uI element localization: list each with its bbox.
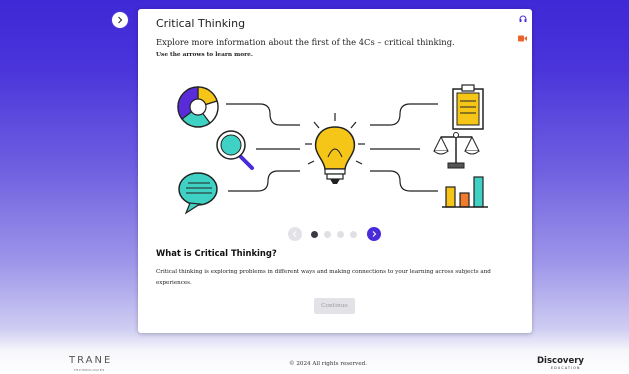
speech-bubble-icon: [178, 172, 218, 215]
magnifying-glass-icon: [216, 130, 254, 170]
lesson-instruction: Use the arrows to learn more.: [156, 52, 253, 58]
carousel-dot-2[interactable]: [324, 231, 331, 238]
discovery-logo-subtext: EDUCATION: [551, 366, 581, 370]
carousel-dot-1[interactable]: [311, 231, 318, 238]
lesson-card: Critical Thinking Explore more informati…: [138, 9, 532, 333]
previous-slide-button[interactable]: [288, 227, 302, 241]
lesson-subtitle: Explore more information about the first…: [156, 37, 455, 47]
headphones-icon[interactable]: [519, 15, 527, 22]
lesson-title: Critical Thinking: [156, 17, 246, 30]
sidebar-toggle-button[interactable]: [111, 11, 129, 29]
trane-logo-subtext: TECHNOLOGIES: [74, 368, 105, 372]
discovery-logo-text: Discovery: [537, 356, 584, 366]
video-icon[interactable]: [518, 35, 527, 42]
next-slide-button[interactable]: [367, 227, 381, 241]
balance-scale-icon: [433, 132, 480, 169]
carousel-dot-4[interactable]: [350, 231, 357, 238]
clipboard-icon: [452, 84, 484, 130]
light-bulb-icon: [305, 113, 365, 184]
chevron-right-icon: [118, 16, 123, 24]
section-heading: What is Critical Thinking?: [156, 248, 277, 258]
pie-chart-icon: [177, 86, 219, 128]
critical-thinking-illustration: [177, 84, 488, 215]
trane-technologies-logo: TRANE TECHNOLOGIES: [67, 355, 123, 373]
section-body: Critical thinking is exploring problems …: [156, 269, 491, 286]
carousel-dot-3[interactable]: [337, 231, 344, 238]
discovery-education-logo: Discovery EDUCATION: [535, 356, 595, 372]
copyright-text: © 2024 All rights reserved.: [289, 361, 367, 367]
chevron-right-icon: [372, 231, 377, 237]
chevron-left-icon: [292, 231, 297, 237]
bar-chart-icon: [442, 176, 488, 208]
trane-logo-text: TRANE: [69, 355, 113, 366]
continue-button[interactable]: Continue: [314, 298, 355, 314]
carousel-pager: [288, 225, 388, 243]
